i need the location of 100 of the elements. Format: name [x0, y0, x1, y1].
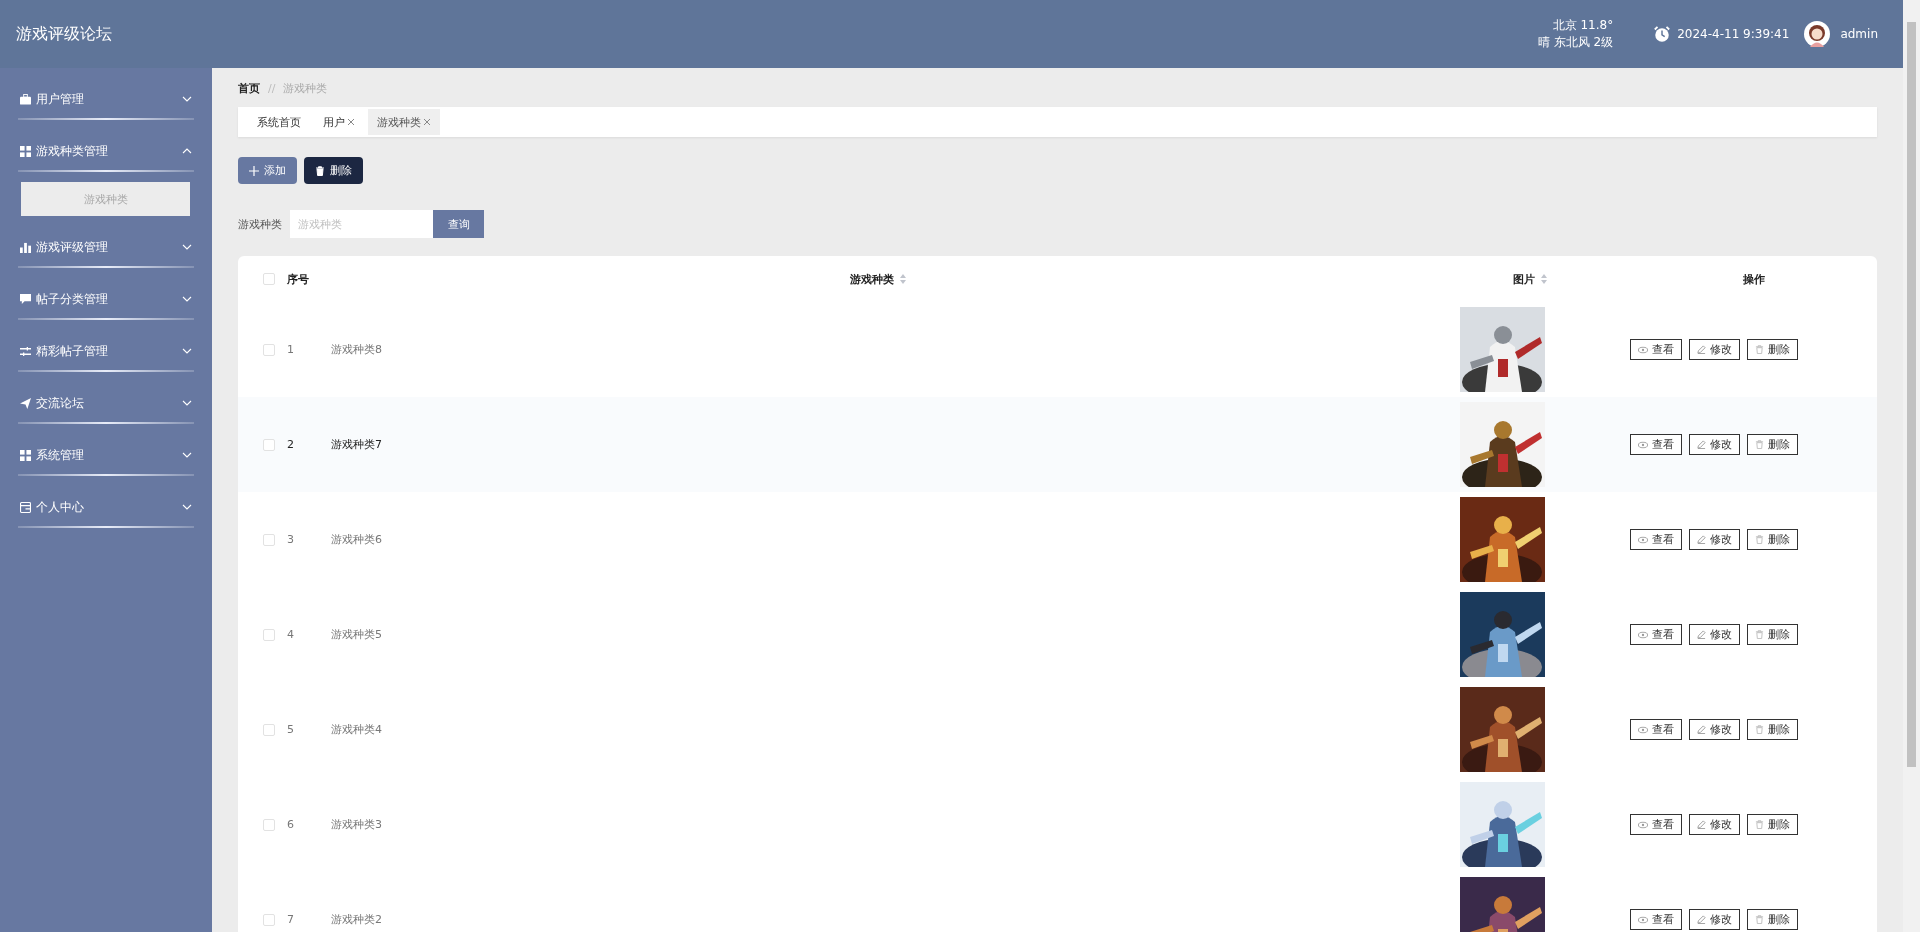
- username-text[interactable]: admin: [1840, 27, 1878, 41]
- checkbox[interactable]: [263, 343, 275, 356]
- chat-bubble-icon: [20, 293, 31, 305]
- table-row[interactable]: 5 游戏种类4 查看 修改 删除: [238, 682, 1877, 777]
- chevron-up-icon: [182, 148, 192, 154]
- eye-icon: [1638, 915, 1648, 924]
- checkbox[interactable]: [263, 628, 275, 641]
- close-icon[interactable]: [423, 118, 431, 126]
- chevron-down-icon: [182, 452, 192, 458]
- tab[interactable]: 用户: [314, 109, 364, 135]
- view-button[interactable]: 查看: [1630, 814, 1682, 835]
- delete-button[interactable]: 删除: [304, 157, 363, 184]
- trash-icon: [1755, 630, 1764, 639]
- menu-item[interactable]: 交流论坛: [0, 384, 212, 422]
- breadcrumb-text: 游戏种类: [283, 80, 328, 96]
- table-row[interactable]: 7 游戏种类2 查看 修改 删除: [238, 872, 1877, 932]
- view-button[interactable]: 查看: [1630, 719, 1682, 740]
- edit-button[interactable]: 修改: [1689, 529, 1740, 550]
- breadcrumb-separator: //: [268, 81, 276, 95]
- sort-icon[interactable]: [1541, 274, 1547, 284]
- chevron-down-icon: [182, 244, 192, 250]
- grid-icon: [20, 145, 31, 157]
- delete-button[interactable]: 删除: [1747, 909, 1798, 930]
- menu-item[interactable]: 个人中心: [0, 488, 212, 526]
- pencil-icon: [1697, 725, 1706, 734]
- pencil-icon: [1697, 440, 1706, 449]
- delete-button[interactable]: 删除: [1747, 529, 1798, 550]
- checkbox[interactable]: [263, 913, 275, 926]
- checkbox[interactable]: [263, 818, 275, 831]
- site-title: 游戏评级论坛: [16, 23, 113, 45]
- paper-plane-icon: [20, 397, 31, 409]
- delete-button[interactable]: 删除: [1747, 719, 1798, 740]
- eye-icon: [1638, 725, 1648, 734]
- view-button[interactable]: 查看: [1630, 434, 1682, 455]
- trash-icon: [1755, 915, 1764, 924]
- highlighted-row[interactable]: 2 游戏种类7 查看 修改 删除: [238, 397, 1877, 492]
- menu-item[interactable]: 游戏评级管理: [0, 228, 212, 266]
- table-cell: 游戏种类4: [331, 723, 382, 736]
- eye-icon: [1638, 535, 1648, 544]
- edit-button[interactable]: 修改: [1689, 624, 1740, 645]
- edit-button[interactable]: 修改: [1689, 814, 1740, 835]
- tab[interactable]: 游戏种类: [368, 109, 440, 135]
- trash-icon: [1755, 725, 1764, 734]
- search-label: 游戏种类: [238, 216, 282, 232]
- sort-icon[interactable]: [899, 274, 906, 284]
- trash-icon: [1755, 345, 1764, 354]
- avatar-icon[interactable]: [1804, 21, 1831, 47]
- alarm-clock-icon: [1653, 25, 1672, 43]
- delete-button[interactable]: 删除: [1747, 814, 1798, 835]
- edit-button[interactable]: 修改: [1689, 719, 1740, 740]
- scrollbar[interactable]: [1903, 0, 1920, 932]
- column-header[interactable]: 操作: [1630, 271, 1877, 287]
- table-cell: 游戏种类5: [331, 628, 382, 641]
- trash-icon: [1755, 535, 1764, 544]
- table-cell-text: 7: [286, 913, 295, 926]
- table-row[interactable]: 3 游戏种类6 查看 修改 删除: [238, 492, 1877, 587]
- view-button[interactable]: 查看: [1630, 529, 1682, 550]
- delete-button[interactable]: 删除: [1747, 434, 1798, 455]
- menu-item[interactable]: 用户管理: [0, 80, 212, 118]
- table-cell-text: 2: [286, 438, 295, 451]
- view-button[interactable]: 查看: [1630, 909, 1682, 930]
- pencil-icon: [1697, 535, 1706, 544]
- menu-item[interactable]: 精彩帖子管理: [0, 332, 212, 370]
- table-row[interactable]: 6 游戏种类3 查看 修改 删除: [238, 777, 1877, 872]
- plus-icon: [249, 165, 259, 176]
- weather-text: 北京 11.8°: [1552, 17, 1614, 34]
- chevron-down-icon: [182, 504, 192, 510]
- table-cell-text: 1: [286, 343, 295, 356]
- checkbox[interactable]: [263, 438, 275, 451]
- breadcrumb-link[interactable]: 首页: [238, 80, 260, 96]
- delete-button[interactable]: 删除: [1747, 624, 1798, 645]
- search-button[interactable]: 查询: [433, 210, 484, 238]
- trash-icon: [1755, 820, 1764, 829]
- search-field[interactable]: 游戏种类: [290, 210, 433, 238]
- checkbox[interactable]: [263, 533, 275, 546]
- trash-icon: [1755, 440, 1764, 449]
- view-button[interactable]: 查看: [1630, 624, 1682, 645]
- delete-button[interactable]: 删除: [1747, 339, 1798, 360]
- close-icon[interactable]: [347, 118, 355, 126]
- edit-button[interactable]: 修改: [1689, 909, 1740, 930]
- table-row[interactable]: 4 游戏种类5 查看 修改 删除: [238, 587, 1877, 682]
- checkbox[interactable]: [263, 723, 275, 736]
- chevron-down-icon: [182, 400, 192, 406]
- chevron-down-icon: [182, 296, 192, 302]
- edit-button[interactable]: 修改: [1689, 339, 1740, 360]
- column-header[interactable]: 序号: [275, 271, 325, 287]
- checkbox[interactable]: [263, 273, 275, 285]
- table-cell-text: 3: [286, 533, 295, 546]
- menu-item[interactable]: 系统管理: [0, 436, 212, 474]
- edit-button[interactable]: 修改: [1689, 434, 1740, 455]
- add-button[interactable]: 添加: [238, 157, 297, 184]
- menu-item[interactable]: 游戏种类管理: [0, 132, 212, 170]
- view-button[interactable]: 查看: [1630, 339, 1682, 360]
- table-cell: 游戏种类6: [331, 533, 382, 546]
- tab[interactable]: 系统首页: [248, 109, 310, 135]
- menu-item[interactable]: 帖子分类管理: [0, 280, 212, 318]
- column-header[interactable]: 游戏种类: [325, 271, 1430, 287]
- eye-icon: [1638, 820, 1648, 829]
- card-icon: [20, 501, 31, 513]
- column-header[interactable]: 图片: [1430, 271, 1630, 287]
